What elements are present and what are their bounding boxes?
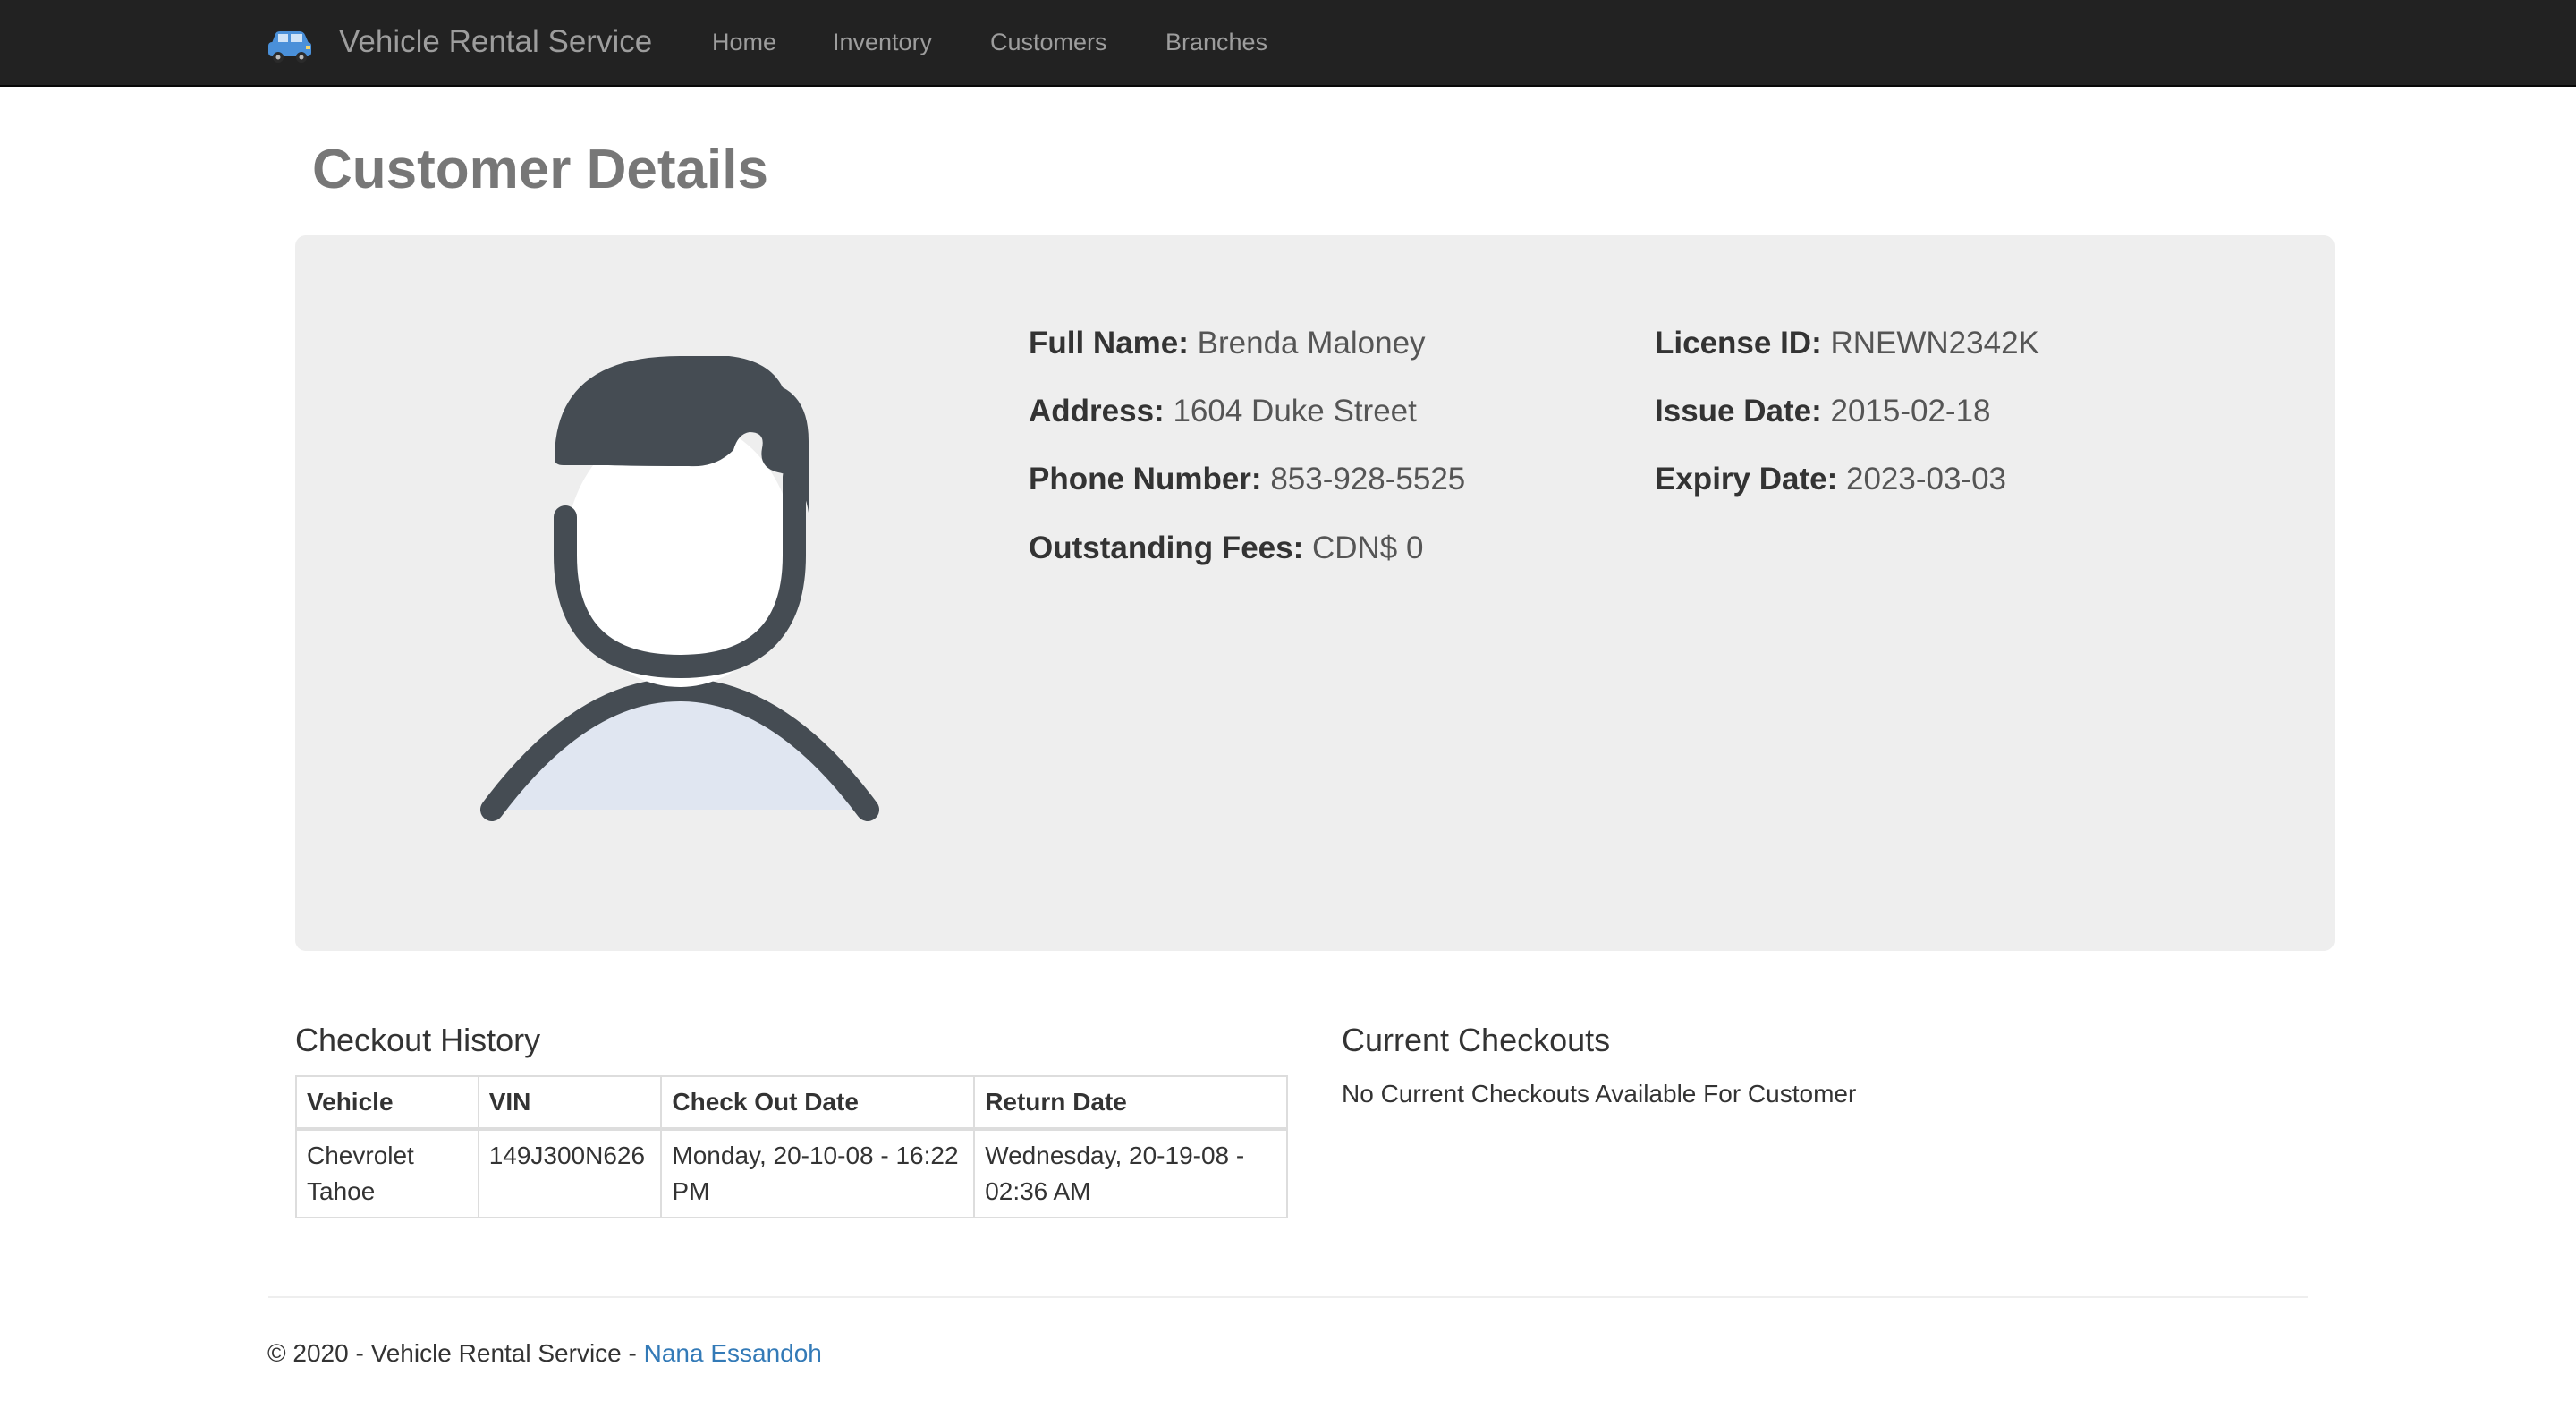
checkout-history-title: Checkout History [295, 1022, 541, 1058]
cell-vehicle: Chevrolet Tahoe [295, 1128, 479, 1218]
full-name-label: Full Name: [1029, 326, 1189, 361]
checkout-history-table: Vehicle VIN Check Out Date Return Date C… [295, 1075, 1288, 1218]
license-id-label: License ID: [1655, 326, 1822, 361]
license-id-field: License ID: RNEWN2342K [1655, 323, 2039, 363]
cell-check-out-date: Monday, 20-10-08 - 16:22 PM [660, 1128, 976, 1218]
nav-home-link[interactable]: Home [712, 26, 776, 58]
phone-label: Phone Number: [1029, 462, 1262, 497]
nav-branches-link[interactable]: Branches [1165, 26, 1267, 58]
full-name-field: Full Name: Brenda Maloney [1029, 323, 1426, 363]
column-header-vin: VIN [477, 1075, 663, 1131]
outstanding-fees-label: Outstanding Fees: [1029, 530, 1304, 565]
footer-author-link[interactable]: Nana Essandoh [644, 1339, 822, 1367]
top-navbar: Vehicle Rental Service Home Inventory Cu… [0, 0, 2576, 87]
expiry-date-value: 2023-03-03 [1845, 462, 2007, 497]
expiry-date-field: Expiry Date: 2023-03-03 [1655, 459, 2006, 499]
address-label: Address: [1029, 394, 1165, 429]
issue-date-value: 2015-02-18 [1830, 394, 1991, 429]
phone-field: Phone Number: 853-928-5525 [1029, 459, 1465, 499]
issue-date-label: Issue Date: [1655, 394, 1822, 429]
page-title: Customer Details [312, 139, 768, 200]
nav-inventory-link[interactable]: Inventory [833, 26, 932, 58]
user-avatar-icon [480, 356, 879, 821]
phone-value: 853-928-5525 [1270, 462, 1466, 497]
outstanding-fees-value: CDN$ 0 [1311, 530, 1424, 565]
customer-details-card: Full Name: Brenda Maloney Address: 1604 … [295, 235, 2334, 951]
license-id-value: RNEWN2342K [1830, 326, 2039, 361]
brand-link[interactable]: Vehicle Rental Service [339, 21, 652, 62]
address-value: 1604 Duke Street [1173, 394, 1417, 429]
footer-copyright: © 2020 - Vehicle Rental Service - [267, 1339, 644, 1367]
column-header-return-date: Return Date [973, 1075, 1288, 1131]
table-header-row: Vehicle VIN Check Out Date Return Date [295, 1075, 1288, 1131]
footer-divider [268, 1296, 2308, 1298]
cell-vin: 149J300N626 [477, 1128, 663, 1218]
no-checkouts-message: No Current Checkouts Available For Custo… [1342, 1080, 1857, 1108]
issue-date-field: Issue Date: 2015-02-18 [1655, 391, 1991, 431]
column-header-vehicle: Vehicle [295, 1075, 479, 1131]
cell-return-date: Wednesday, 20-19-08 - 02:36 AM [973, 1128, 1288, 1218]
footer: © 2020 - Vehicle Rental Service - Nana E… [267, 1336, 822, 1371]
expiry-date-label: Expiry Date: [1655, 462, 1838, 497]
table-row: Chevrolet Tahoe 149J300N626 Monday, 20-1… [295, 1128, 1288, 1218]
nav-customers-link[interactable]: Customers [990, 26, 1107, 58]
car-icon[interactable] [267, 27, 313, 66]
address-field: Address: 1604 Duke Street [1029, 391, 1417, 431]
column-header-check-out-date: Check Out Date [660, 1075, 976, 1131]
full-name-value: Brenda Maloney [1197, 326, 1426, 361]
current-checkouts-title: Current Checkouts [1342, 1022, 1611, 1058]
outstanding-fees-field: Outstanding Fees: CDN$ 0 [1029, 528, 1423, 568]
